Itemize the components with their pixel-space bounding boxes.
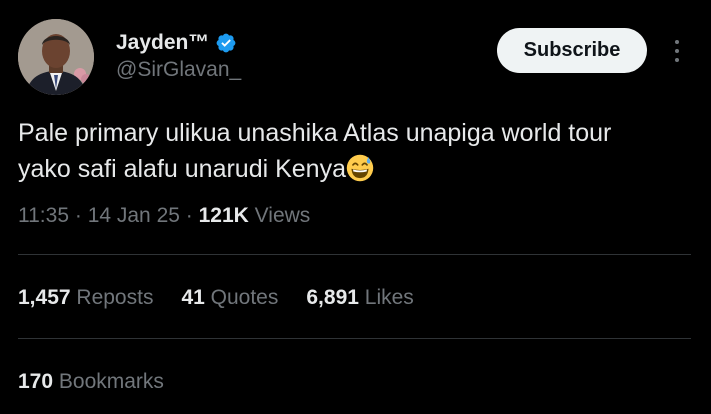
- likes-stat[interactable]: 6,891 Likes: [306, 285, 413, 311]
- author-name-row[interactable]: Jayden™: [116, 31, 237, 55]
- tweet-text: Pale primary ulikua unashika Atlas unapi…: [18, 115, 698, 187]
- meta-separator: ·: [185, 204, 193, 227]
- tweet-text-line-1: Pale primary ulikua unashika Atlas unapi…: [18, 119, 612, 147]
- author-handle[interactable]: @SirGlavan_: [116, 58, 241, 82]
- bookmarks-stat[interactable]: 170 Bookmarks: [18, 369, 164, 395]
- avatar[interactable]: [18, 19, 94, 95]
- views-label: Views: [254, 204, 311, 227]
- reposts-count: 1,457: [18, 286, 71, 309]
- avatar-image: [18, 19, 94, 95]
- engagement-stats: 1,457 Reposts 41 Quotes 6,891 Likes: [18, 285, 414, 311]
- tweet-text-line-2-words: yako safi alafu unarudi Kenya: [18, 155, 346, 183]
- meta-separator: ·: [74, 204, 82, 227]
- bookmarks-count: 170: [18, 370, 54, 393]
- grinning-sweat-emoji: [346, 154, 374, 182]
- quotes-label: Quotes: [210, 286, 279, 309]
- tweet-date[interactable]: 14 Jan 25: [88, 204, 180, 227]
- display-name[interactable]: Jayden™: [116, 31, 209, 55]
- more-dot: [675, 49, 679, 53]
- likes-count: 6,891: [306, 286, 359, 309]
- views-count: 121K: [198, 204, 249, 227]
- more-dot: [675, 40, 679, 44]
- reposts-label: Reposts: [76, 286, 154, 309]
- divider: [18, 338, 691, 339]
- reposts-stat[interactable]: 1,457 Reposts: [18, 285, 153, 311]
- verified-badge-icon: [216, 33, 236, 53]
- divider: [18, 254, 691, 255]
- subscribe-button[interactable]: Subscribe: [497, 28, 647, 73]
- bookmarks-label: Bookmarks: [58, 370, 164, 393]
- tweet-time[interactable]: 11:35: [18, 204, 69, 227]
- more-dot: [675, 58, 679, 62]
- more-vertical-icon[interactable]: [667, 34, 687, 68]
- quotes-count: 41: [181, 286, 205, 309]
- tweet-text-line-2: yako safi alafu unarudi Kenya: [18, 151, 698, 187]
- likes-label: Likes: [364, 286, 414, 309]
- tweet-meta: 11:35 · 14 Jan 25 · 121K Views: [18, 203, 310, 229]
- quotes-stat[interactable]: 41 Quotes: [181, 285, 278, 311]
